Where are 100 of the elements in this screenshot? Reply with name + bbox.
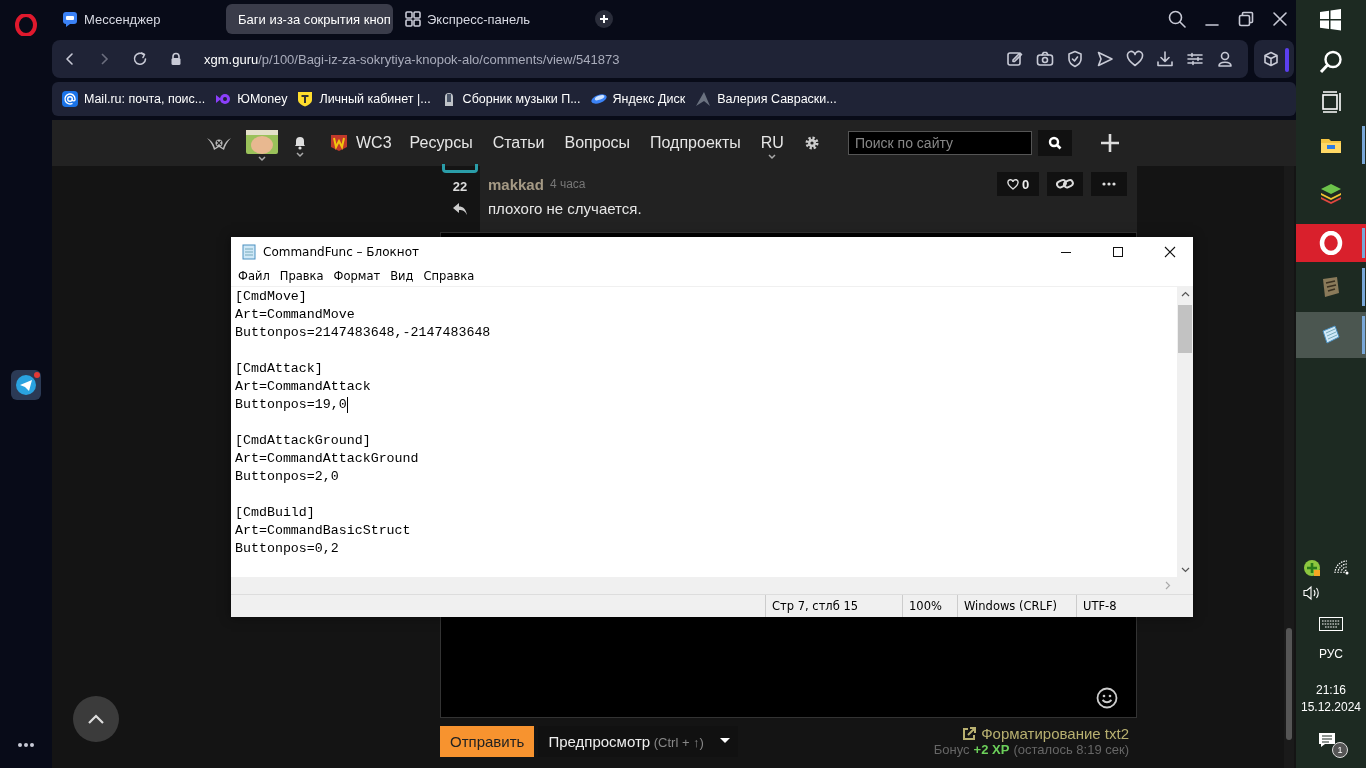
comment-author[interactable]: makkad (488, 175, 544, 193)
status-text: 100% (902, 595, 957, 617)
chat-icon (62, 11, 78, 27)
notification-icon[interactable] (1318, 732, 1336, 748)
plus-icon[interactable] (1099, 133, 1120, 153)
address-bar[interactable]: xgm.guru/p/100/Bagi-iz-za-sokrytiya-knopok-alo/comments/view/541873 (52, 40, 1248, 78)
plus-icon[interactable] (595, 10, 613, 28)
text-line: Art=CommandAttackGround (235, 450, 419, 468)
layers-icon[interactable] (1319, 181, 1343, 205)
nav-link[interactable]: Вопросы (564, 134, 631, 152)
sliders-icon[interactable] (1186, 50, 1204, 68)
url-text[interactable]: xgm.guru/p/100/Bagi-iz-za-sokrytiya-knopok-alo/comments/view/541873 (204, 51, 620, 67)
scrollbar[interactable] (1177, 287, 1193, 577)
link-button[interactable] (1047, 172, 1083, 196)
keyboard-icon[interactable] (1319, 617, 1343, 631)
heart-icon (1006, 178, 1019, 190)
cube-icon (1263, 51, 1279, 67)
restore-icon[interactable] (1238, 11, 1254, 27)
heart-icon[interactable] (1126, 50, 1144, 68)
text-line: Art=CommandAttack (235, 378, 371, 396)
text-line: Art=CommandMove (235, 306, 355, 324)
app-badge-icon[interactable] (1303, 559, 1321, 577)
menu-item[interactable]: Формат (328, 269, 386, 283)
browser-tab[interactable]: Экспресс-панель (399, 4, 563, 34)
reload-icon[interactable] (132, 51, 148, 67)
menu-item[interactable]: Файл (233, 269, 275, 283)
wifi-icon[interactable] (1333, 559, 1349, 575)
bonus-timer: (осталось 8:19 сек) (1013, 742, 1129, 757)
comment-time: 4 часа (549, 177, 586, 191)
browser-tab[interactable]: Мессенджер (56, 4, 220, 34)
search-field[interactable]: Поиск по сайту (847, 131, 1032, 155)
search-icon[interactable] (1168, 10, 1186, 28)
opera-logo-icon[interactable] (15, 14, 37, 36)
text-line: Art=CommandBasicStruct (235, 522, 411, 540)
smiley-icon[interactable] (1096, 687, 1118, 709)
browser-tab[interactable]: Баги из-за сокрытия кноп (226, 4, 393, 34)
at-icon (62, 91, 78, 107)
winged-logo-icon[interactable] (206, 135, 232, 151)
caret-icon (767, 154, 778, 160)
paper-plane-icon[interactable] (11, 370, 41, 400)
more-icon[interactable] (17, 742, 35, 748)
notepad-icon (241, 243, 257, 260)
scroll-thumb[interactable] (1286, 628, 1292, 740)
search-icon (1047, 136, 1062, 150)
scroll-thumb[interactable] (1178, 305, 1192, 353)
comment-text: плохого не случается. (488, 200, 643, 217)
bell-icon[interactable] (292, 134, 308, 150)
bookmark[interactable]: Личный кабинет |... (297, 91, 431, 107)
external-link-icon (961, 725, 978, 742)
reply-icon[interactable] (452, 202, 468, 216)
arrow-right-icon (1165, 581, 1171, 590)
windows-icon[interactable] (1319, 8, 1343, 32)
gear-icon[interactable] (803, 135, 820, 151)
scroll-top-button[interactable] (73, 696, 119, 742)
language-indicator[interactable]: РУС (1319, 647, 1343, 661)
scrollbar[interactable] (1284, 166, 1294, 768)
formatting-link[interactable]: Форматирование txt2 (961, 725, 1129, 742)
forward-icon[interactable] (98, 52, 110, 66)
coin-icon (215, 91, 232, 107)
xp-amount: +2 XP (973, 742, 1010, 757)
clock-date[interactable]: 15.12.2024 (1300, 700, 1362, 714)
send-button[interactable]: Отправить (440, 725, 535, 757)
text-line: Buttonpos=19,0 (235, 396, 347, 414)
search-icon[interactable] (1319, 50, 1343, 74)
text-line: [CmdBuild] (235, 504, 315, 522)
language-selector[interactable]: RU (760, 134, 784, 152)
bookmark[interactable]: Валерия Савраски... (695, 91, 837, 107)
back-icon[interactable] (64, 52, 76, 66)
menu-item[interactable]: Справка (418, 269, 480, 283)
clock-time[interactable]: 21:16 (1316, 683, 1346, 697)
user-icon[interactable] (1216, 50, 1234, 68)
arrow-down-icon (1180, 567, 1190, 573)
search-button[interactable] (1037, 130, 1072, 156)
text-line: [CmdAttackGround] (235, 432, 371, 450)
nav-link[interactable]: Подпроекты (650, 134, 741, 152)
w-logo-icon (330, 134, 348, 152)
menu-item[interactable]: Правка (274, 269, 329, 283)
bonus-label: Бонус (933, 742, 970, 757)
nav-link[interactable]: Ресурсы (409, 134, 473, 152)
speaker-icon[interactable] (1303, 585, 1321, 601)
bookmark[interactable]: Яндекс Диск (590, 91, 686, 107)
close-icon[interactable] (1272, 11, 1288, 27)
nav-link[interactable]: Статьи (492, 134, 545, 152)
bookmark[interactable]: Сборник музыки П... (440, 91, 581, 107)
caret-icon (295, 152, 305, 158)
shield-icon[interactable] (1066, 50, 1084, 68)
download-icon[interactable] (1156, 50, 1174, 68)
nav-link[interactable]: WC3 (356, 134, 392, 152)
bookmark[interactable]: Mail.ru: почта, поис... (62, 91, 206, 107)
like-button[interactable]: 0 (997, 172, 1039, 196)
more-button[interactable] (1091, 172, 1127, 196)
bookmark[interactable]: ЮMoney (215, 91, 288, 107)
send-icon[interactable] (1096, 50, 1114, 68)
task-view-icon[interactable] (1320, 90, 1342, 114)
extensions-button[interactable] (1254, 40, 1294, 78)
menu-item[interactable]: Вид (385, 269, 419, 283)
scrollbar[interactable] (231, 577, 1193, 594)
camera-icon[interactable] (1036, 50, 1054, 68)
status-text: Стр 7, стлб 15 (765, 595, 902, 617)
edit-icon[interactable] (1006, 50, 1024, 68)
